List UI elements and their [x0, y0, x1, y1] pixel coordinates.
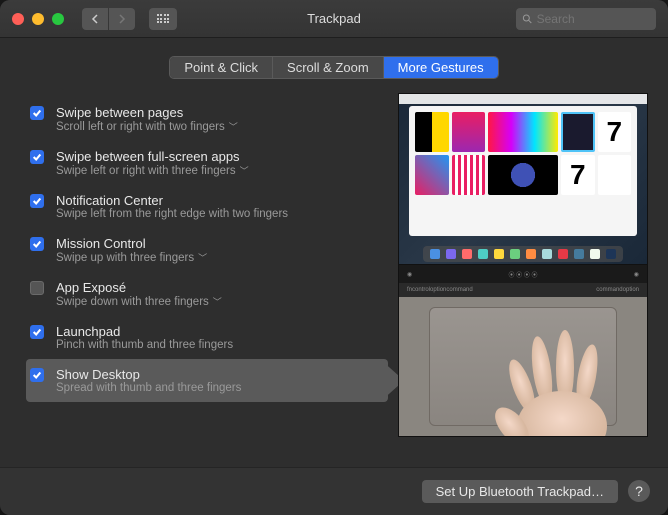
nav-buttons	[82, 8, 135, 30]
chevron-down-icon: ﹀	[198, 251, 207, 264]
gesture-row[interactable]: Swipe between pagesScroll left or right …	[26, 97, 388, 141]
gesture-checkbox[interactable]	[30, 325, 44, 339]
gesture-title: Notification Center	[56, 193, 288, 208]
trackpad-preview: ◉⦿ ⦿ ⦿ ⦿◉ fncontroloptioncommand command…	[398, 265, 648, 437]
gesture-subtitle[interactable]: Scroll left or right with two fingers﹀	[56, 120, 238, 133]
gesture-checkbox[interactable]	[30, 237, 44, 251]
gesture-subtitle: Pinch with thumb and three fingers	[56, 339, 233, 351]
chevron-down-icon: ﹀	[213, 295, 222, 308]
gesture-subtitle[interactable]: Swipe up with three fingers﹀	[56, 251, 207, 264]
gesture-checkbox[interactable]	[30, 194, 44, 208]
gesture-title: Show Desktop	[56, 367, 241, 382]
screen-preview	[398, 93, 648, 265]
close-window-button[interactable]	[12, 13, 24, 25]
gesture-title: Swipe between full-screen apps	[56, 149, 249, 164]
help-button[interactable]: ?	[628, 480, 650, 502]
chevron-down-icon: ﹀	[229, 120, 238, 133]
window-title: Trackpad	[307, 11, 361, 26]
gesture-subtitle: Swipe left from the right edge with two …	[56, 208, 288, 220]
search-icon	[522, 13, 533, 25]
gesture-text: Swipe between full-screen appsSwipe left…	[56, 149, 249, 177]
gesture-text: LaunchpadPinch with thumb and three fing…	[56, 324, 233, 351]
minimize-window-button[interactable]	[32, 13, 44, 25]
gesture-title: Mission Control	[56, 236, 207, 251]
content-area: Swipe between pagesScroll left or right …	[0, 93, 668, 467]
traffic-lights	[12, 13, 64, 25]
gesture-subtitle[interactable]: Swipe down with three fingers﹀	[56, 295, 222, 308]
gesture-text: Swipe between pagesScroll left or right …	[56, 105, 238, 133]
footer: Set Up Bluetooth Trackpad… ?	[0, 467, 668, 515]
gesture-text: Notification CenterSwipe left from the r…	[56, 193, 288, 220]
gesture-checkbox[interactable]	[30, 150, 44, 164]
gesture-text: App ExposéSwipe down with three fingers﹀	[56, 280, 222, 308]
preferences-window: Trackpad Point & Click Scroll & Zoom Mor…	[0, 0, 668, 515]
gesture-subtitle: Spread with thumb and three fingers	[56, 382, 241, 394]
gesture-row[interactable]: Mission ControlSwipe up with three finge…	[26, 228, 388, 272]
chevron-down-icon: ﹀	[240, 164, 249, 177]
back-button[interactable]	[82, 8, 108, 30]
gesture-title: App Exposé	[56, 280, 222, 295]
gesture-checkbox[interactable]	[30, 106, 44, 120]
segmented-control: Point & Click Scroll & Zoom More Gesture…	[169, 56, 498, 79]
gesture-subtitle[interactable]: Swipe left or right with three fingers﹀	[56, 164, 249, 177]
keyboard-row: fncontroloptioncommand commandoption	[399, 283, 647, 297]
gesture-text: Show DesktopSpread with thumb and three …	[56, 367, 241, 394]
gesture-text: Mission ControlSwipe up with three finge…	[56, 236, 207, 264]
tab-more-gestures[interactable]: More Gestures	[384, 57, 498, 78]
bluetooth-trackpad-button[interactable]: Set Up Bluetooth Trackpad…	[422, 480, 618, 503]
gesture-title: Launchpad	[56, 324, 233, 339]
titlebar: Trackpad	[0, 0, 668, 38]
gesture-row[interactable]: App ExposéSwipe down with three fingers﹀	[26, 272, 388, 316]
gesture-checkbox[interactable]	[30, 281, 44, 295]
gesture-checkbox[interactable]	[30, 368, 44, 382]
grid-icon	[157, 14, 170, 23]
gesture-row[interactable]: Show DesktopSpread with thumb and three …	[26, 359, 388, 402]
hand-icon	[487, 326, 627, 437]
forward-button[interactable]	[109, 8, 135, 30]
gesture-list: Swipe between pagesScroll left or right …	[26, 93, 388, 457]
preview-pane: ◉⦿ ⦿ ⦿ ⦿◉ fncontroloptioncommand command…	[398, 93, 648, 457]
gesture-row[interactable]: Swipe between full-screen appsSwipe left…	[26, 141, 388, 185]
zoom-window-button[interactable]	[52, 13, 64, 25]
gesture-title: Swipe between pages	[56, 105, 238, 120]
touchbar: ◉⦿ ⦿ ⦿ ⦿◉	[399, 265, 647, 283]
gesture-row[interactable]: Notification CenterSwipe left from the r…	[26, 185, 388, 228]
tab-scroll-zoom[interactable]: Scroll & Zoom	[273, 57, 384, 78]
show-all-button[interactable]	[149, 8, 177, 30]
search-input[interactable]	[537, 12, 650, 26]
tab-bar: Point & Click Scroll & Zoom More Gesture…	[0, 38, 668, 93]
gesture-row[interactable]: LaunchpadPinch with thumb and three fing…	[26, 316, 388, 359]
search-field[interactable]	[516, 8, 656, 30]
tab-point-click[interactable]: Point & Click	[170, 57, 273, 78]
